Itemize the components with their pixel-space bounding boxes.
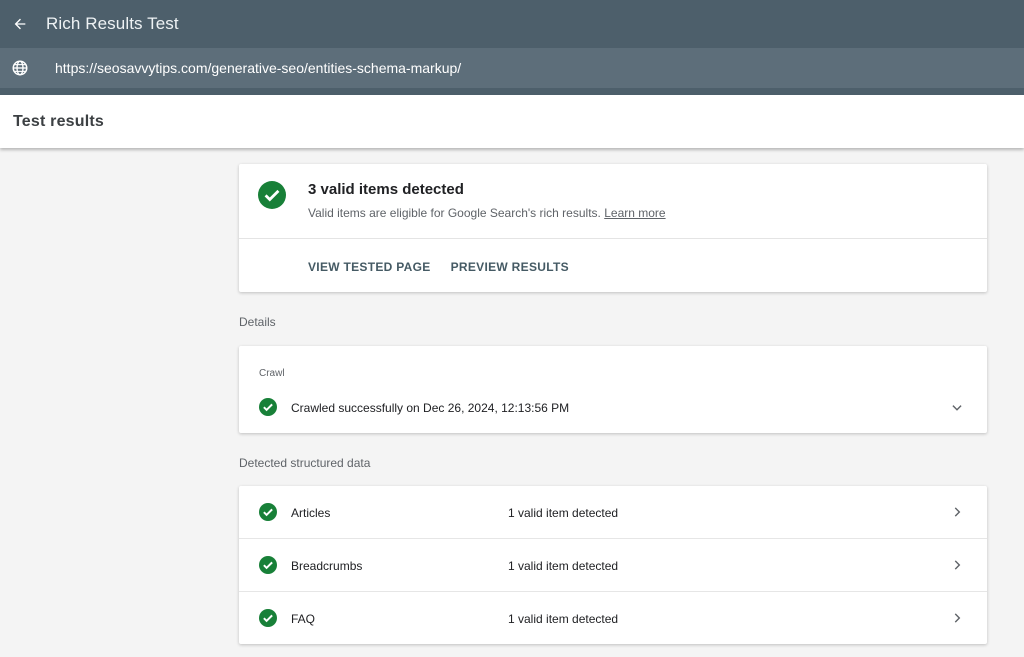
view-tested-page-button[interactable]: VIEW TESTED PAGE (308, 260, 431, 274)
chevron-down-icon[interactable] (950, 401, 964, 415)
summary-card: 3 valid items detected Valid items are e… (239, 164, 987, 292)
back-button[interactable] (0, 7, 40, 41)
structured-data-row-faq[interactable]: FAQ 1 valid item detected (239, 592, 987, 645)
check-circle-icon (259, 503, 277, 521)
app-title: Rich Results Test (46, 14, 179, 33)
crawl-status: Crawled successfully on Dec 26, 2024, 12… (291, 401, 570, 415)
check-circle-icon (259, 398, 277, 416)
summary-subtitle: Valid items are eligible for Google Sear… (308, 206, 666, 220)
crawl-card[interactable]: Crawl Crawled successfully on Dec 26, 20… (239, 346, 987, 433)
chevron-right-icon (954, 560, 961, 570)
page-title: Test results (13, 112, 105, 130)
summary-top: 3 valid items detected Valid items are e… (239, 164, 987, 239)
check-circle-icon (259, 556, 277, 574)
tested-url[interactable]: https://seosavvytips.com/generative-seo/… (55, 60, 461, 76)
check-circle-icon (258, 181, 286, 209)
summary-title: 3 valid items detected (308, 181, 464, 198)
structured-data-row-breadcrumbs[interactable]: Breadcrumbs 1 valid item detected (239, 539, 987, 592)
crawl-label: Crawl (259, 368, 285, 379)
row-status: 1 valid item detected (508, 506, 619, 520)
url-bar: https://seosavvytips.com/generative-seo/… (0, 48, 1024, 88)
structured-data-row-articles[interactable]: Articles 1 valid item detected (239, 486, 987, 539)
check-circle-icon (259, 609, 277, 627)
row-name: Articles (291, 506, 331, 520)
structured-data-card: Articles 1 valid item detected Breadcrum… (239, 486, 987, 644)
results-header: Test results (0, 95, 1024, 148)
row-status: 1 valid item detected (508, 612, 619, 626)
details-label: Details (239, 315, 276, 329)
row-name: Breadcrumbs (291, 559, 363, 573)
preview-results-button[interactable]: PREVIEW RESULTS (451, 260, 569, 274)
learn-more-link[interactable]: Learn more (604, 206, 665, 220)
globe-icon (0, 48, 40, 88)
chevron-right-icon (954, 613, 961, 623)
row-status: 1 valid item detected (508, 559, 619, 573)
summary-actions: VIEW TESTED PAGE PREVIEW RESULTS (308, 260, 569, 274)
url-bar-divider (0, 88, 1024, 95)
structured-data-label: Detected structured data (239, 456, 371, 470)
arrow-back-icon (14, 18, 26, 30)
row-name: FAQ (291, 612, 316, 626)
summary-subtitle-text: Valid items are eligible for Google Sear… (308, 206, 601, 220)
app-bar: Rich Results Test (0, 0, 1024, 48)
chevron-right-icon (954, 507, 961, 517)
